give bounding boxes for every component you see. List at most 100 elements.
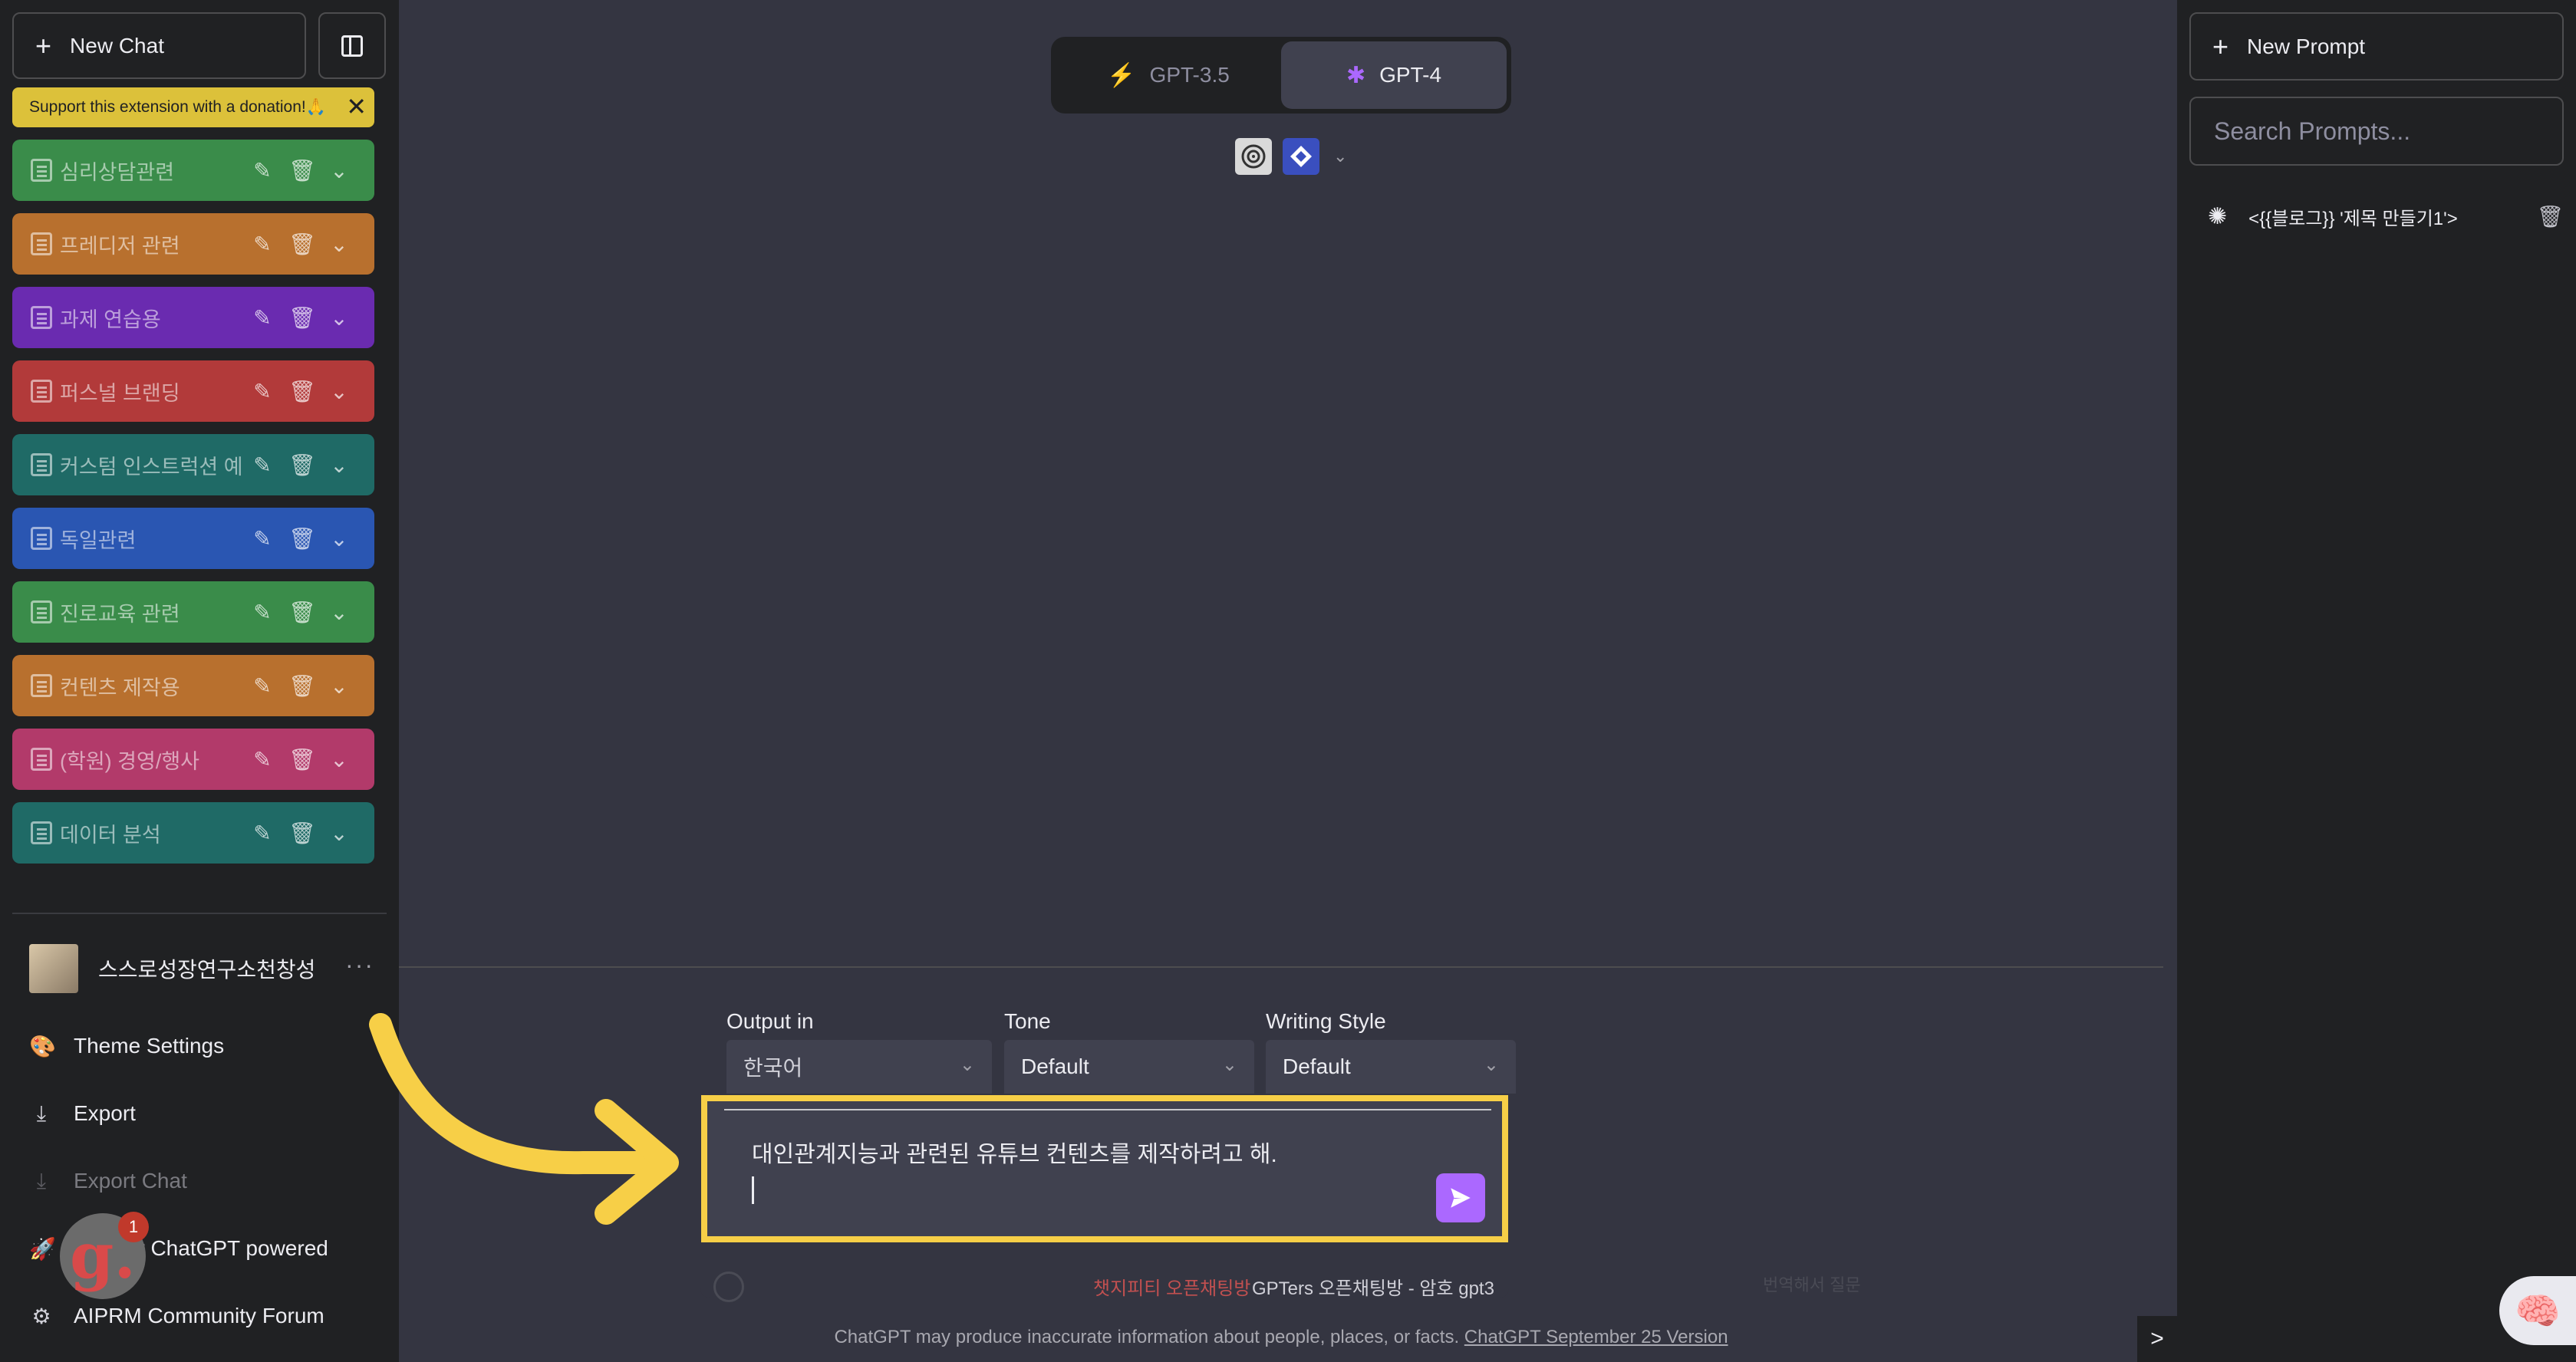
close-icon[interactable]: ✕ bbox=[346, 94, 367, 120]
trash-icon[interactable]: 🗑 bbox=[288, 232, 316, 257]
output-language-select[interactable]: 한국어 ⌄ bbox=[726, 1040, 992, 1094]
prompt-item[interactable]: ✺ <{{블로그}} '제목 만들기1'> 🗑 bbox=[2208, 198, 2564, 235]
writing-style-label: Writing Style bbox=[1266, 1009, 1386, 1033]
arrow-annotation bbox=[369, 1013, 679, 1225]
trash-icon[interactable]: 🗑 bbox=[288, 158, 316, 183]
links-row: 챗지피티 오픈채팅방 GPTers 오픈채팅방 - 암호 gpt3 번역해서 질… bbox=[399, 1270, 2163, 1302]
output-in-label: Output in bbox=[726, 1009, 814, 1033]
chevron-down-icon[interactable]: ⌄ bbox=[327, 305, 351, 331]
trash-icon[interactable]: 🗑 bbox=[288, 452, 316, 478]
chevron-down-icon: ⌄ bbox=[1483, 1054, 1499, 1075]
folder-item[interactable]: 커스텀 인스트럭션 예 ✎ 🗑 ⌄ bbox=[12, 434, 374, 495]
folder-label: 커스텀 인스트럭션 예 bbox=[60, 455, 243, 479]
download-icon: ⤓ bbox=[36, 1100, 47, 1125]
edit-icon[interactable]: ✎ bbox=[250, 232, 275, 257]
chevron-down-icon[interactable]: ⌄ bbox=[327, 673, 351, 699]
smiley-icon[interactable] bbox=[713, 1272, 744, 1302]
plugin-diamond-icon bbox=[1283, 138, 1319, 175]
theme-settings-label: Theme Settings bbox=[74, 1034, 225, 1058]
donation-banner[interactable]: Support this extension with a donation!🙏… bbox=[12, 87, 374, 127]
chevron-down-icon[interactable]: ⌄ bbox=[327, 452, 351, 478]
trash-icon[interactable]: 🗑 bbox=[288, 747, 316, 772]
export-item[interactable]: ⤓ Export bbox=[29, 1091, 136, 1137]
chevron-down-icon: ⌄ bbox=[1333, 146, 1348, 166]
chevron-down-icon[interactable]: ⌄ bbox=[327, 747, 351, 772]
donation-text: Support this extension with a donation!🙏 bbox=[29, 98, 326, 116]
new-chat-label: New Chat bbox=[70, 33, 164, 58]
model-switcher: ⚡ GPT-3.5 ✱ GPT-4 bbox=[1051, 37, 1511, 114]
edit-icon[interactable]: ✎ bbox=[250, 673, 275, 699]
openchat-link[interactable]: 챗지피티 오픈채팅방 bbox=[1093, 1273, 1250, 1300]
chevron-down-icon[interactable]: ⌄ bbox=[327, 232, 351, 257]
theme-settings-item[interactable]: 🎨 Theme Settings bbox=[29, 1023, 224, 1069]
plugin-selector[interactable]: ⌄ bbox=[1235, 138, 1347, 175]
footer-text: ChatGPT may produce inaccurate informati… bbox=[834, 1327, 1464, 1347]
trash-icon[interactable]: 🗑 bbox=[288, 673, 316, 699]
community-icon: ⚙ bbox=[31, 1304, 51, 1328]
new-prompt-button[interactable]: + New Prompt bbox=[2189, 12, 2564, 81]
trash-icon[interactable]: 🗑 bbox=[288, 526, 316, 551]
folder-item[interactable]: (학원) 경영/행사 ✎ 🗑 ⌄ bbox=[12, 729, 374, 790]
trash-icon[interactable]: 🗑 bbox=[288, 600, 316, 625]
folder-item[interactable]: 진로교육 관련 ✎ 🗑 ⌄ bbox=[12, 581, 374, 643]
chevron-down-icon[interactable]: ⌄ bbox=[327, 379, 351, 404]
model-tab-gpt35[interactable]: ⚡ GPT-3.5 bbox=[1056, 41, 1281, 109]
edit-icon[interactable]: ✎ bbox=[250, 305, 275, 331]
folder-item[interactable]: 컨텐츠 제작용 ✎ 🗑 ⌄ bbox=[12, 655, 374, 716]
tone-select[interactable]: Default ⌄ bbox=[1004, 1040, 1254, 1094]
gpt4-label: GPT-4 bbox=[1379, 63, 1442, 87]
sidebar-divider bbox=[12, 913, 387, 914]
folder-icon bbox=[31, 232, 52, 255]
lightbulb-icon: ✺ bbox=[2208, 203, 2228, 229]
brain-icon[interactable]: 🧠 bbox=[2499, 1276, 2576, 1345]
collapse-right-button[interactable]: > bbox=[2137, 1316, 2177, 1362]
folder-item[interactable]: 프레디저 관련 ✎ 🗑 ⌄ bbox=[12, 213, 374, 275]
folder-item[interactable]: 과제 연습용 ✎ 🗑 ⌄ bbox=[12, 287, 374, 348]
puzzle-icon: ✱ bbox=[1346, 62, 1366, 88]
chevron-down-icon[interactable]: ⌄ bbox=[327, 600, 351, 625]
translate-link[interactable]: 번역해서 질문 bbox=[1763, 1272, 1861, 1296]
plugin-target-icon bbox=[1235, 138, 1272, 175]
toggle-sidebar-button[interactable] bbox=[318, 12, 386, 79]
trash-icon[interactable]: 🗑 bbox=[288, 379, 316, 404]
rocket-icon: 🚀 bbox=[29, 1236, 56, 1261]
edit-icon[interactable]: ✎ bbox=[250, 600, 275, 625]
chevron-down-icon[interactable]: ⌄ bbox=[327, 158, 351, 183]
user-profile[interactable]: 스스로성장연구소천창성 ··· bbox=[29, 943, 374, 994]
send-button[interactable] bbox=[1436, 1173, 1485, 1222]
folder-icon bbox=[31, 453, 52, 476]
edit-icon[interactable]: ✎ bbox=[250, 452, 275, 478]
edit-icon[interactable]: ✎ bbox=[250, 821, 275, 846]
community-item[interactable]: ⚙ AIPRM Community Forum bbox=[29, 1293, 324, 1339]
search-prompts-input[interactable] bbox=[2189, 97, 2564, 166]
trash-icon[interactable]: 🗑 bbox=[288, 821, 316, 846]
folder-label: 심리상담관련 bbox=[60, 160, 175, 184]
version-link[interactable]: ChatGPT September 25 Version bbox=[1464, 1327, 1728, 1347]
trash-icon[interactable]: 🗑 bbox=[2536, 204, 2564, 229]
edit-icon[interactable]: ✎ bbox=[250, 526, 275, 551]
folder-label: 독일관련 bbox=[60, 528, 137, 552]
folder-icon bbox=[31, 600, 52, 623]
folder-actions: ✎ 🗑 ⌄ bbox=[250, 140, 351, 201]
chevron-down-icon[interactable]: ⌄ bbox=[327, 526, 351, 551]
edit-icon[interactable]: ✎ bbox=[250, 747, 275, 772]
more-icon[interactable]: ··· bbox=[345, 951, 374, 979]
trash-icon[interactable]: 🗑 bbox=[288, 305, 316, 331]
writing-style-select[interactable]: Default ⌄ bbox=[1266, 1040, 1516, 1094]
new-prompt-label: New Prompt bbox=[2247, 34, 2366, 58]
edit-icon[interactable]: ✎ bbox=[250, 379, 275, 404]
folder-item[interactable]: 데이터 분석 ✎ 🗑 ⌄ bbox=[12, 802, 374, 864]
gpters-link[interactable]: GPTers 오픈채팅방 - 암호 gpt3 bbox=[1252, 1273, 1494, 1300]
edit-icon[interactable]: ✎ bbox=[250, 158, 275, 183]
folder-item[interactable]: 독일관련 ✎ 🗑 ⌄ bbox=[12, 508, 374, 569]
folder-item[interactable]: 퍼스널 브랜딩 ✎ 🗑 ⌄ bbox=[12, 360, 374, 422]
export-chat-item[interactable]: ⤓ Export Chat bbox=[29, 1158, 187, 1204]
message-input[interactable]: 대인관계지능과 관련된 유튜브 컨텐츠를 제작하려고 해. bbox=[701, 1095, 1508, 1242]
chevron-down-icon[interactable]: ⌄ bbox=[327, 821, 351, 846]
folder-label: 퍼스널 브랜딩 bbox=[60, 381, 180, 405]
writing-style-value: Default bbox=[1283, 1054, 1351, 1078]
folder-item[interactable]: 심리상담관련 ✎ 🗑 ⌄ bbox=[12, 140, 374, 201]
new-chat-button[interactable]: + New Chat bbox=[12, 12, 306, 79]
tone-value: Default bbox=[1021, 1054, 1089, 1078]
model-tab-gpt4[interactable]: ✱ GPT-4 bbox=[1281, 41, 1507, 109]
